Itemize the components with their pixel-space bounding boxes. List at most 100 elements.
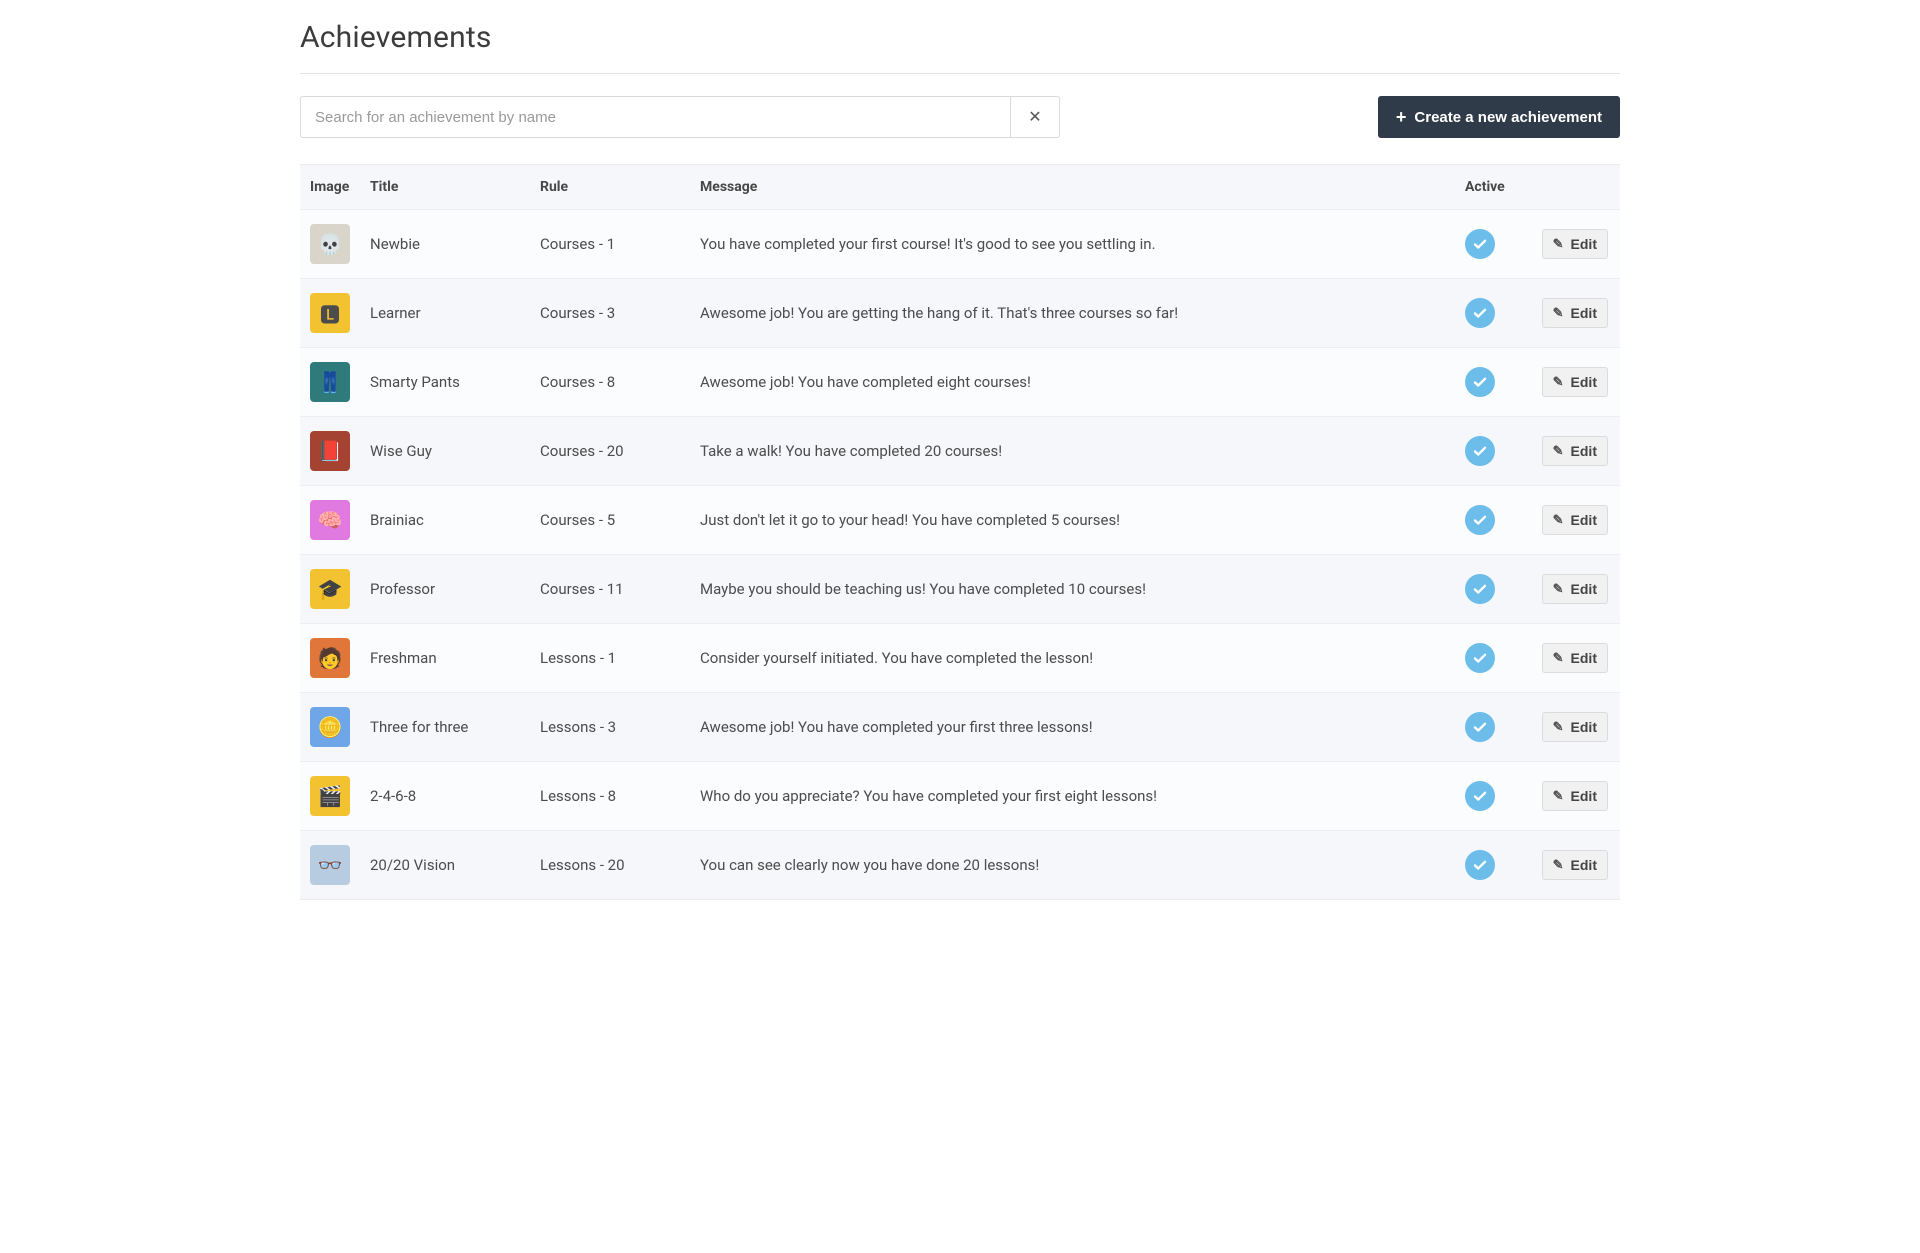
active-check-icon bbox=[1465, 574, 1495, 604]
table-row: 🅻LearnerCourses - 3Awesome job! You are … bbox=[300, 279, 1620, 348]
cell-message: Awesome job! You have completed your fir… bbox=[690, 693, 1455, 762]
toolbar: ✕ + Create a new achievement bbox=[300, 96, 1620, 138]
cell-active bbox=[1455, 417, 1530, 486]
col-header-title: Title bbox=[360, 165, 530, 210]
cell-title: Smarty Pants bbox=[360, 348, 530, 417]
cell-rule: Courses - 5 bbox=[530, 486, 690, 555]
pencil-icon: ✎ bbox=[1553, 788, 1564, 804]
edit-button-label: Edit bbox=[1571, 719, 1597, 735]
create-achievement-button[interactable]: + Create a new achievement bbox=[1378, 96, 1620, 138]
cell-image: 💀 bbox=[300, 210, 360, 279]
cell-rule: Courses - 20 bbox=[530, 417, 690, 486]
active-check-icon bbox=[1465, 712, 1495, 742]
cell-message: Maybe you should be teaching us! You hav… bbox=[690, 555, 1455, 624]
pencil-icon: ✎ bbox=[1553, 512, 1564, 528]
cell-message: You can see clearly now you have done 20… bbox=[690, 831, 1455, 900]
active-check-icon bbox=[1465, 781, 1495, 811]
cell-title: Freshman bbox=[360, 624, 530, 693]
search-clear-button[interactable]: ✕ bbox=[1010, 96, 1060, 138]
cell-title: Wise Guy bbox=[360, 417, 530, 486]
search-input[interactable] bbox=[300, 96, 1010, 138]
achievement-badge-icon: 📕 bbox=[310, 431, 350, 471]
pencil-icon: ✎ bbox=[1553, 443, 1564, 459]
cell-image: 🅻 bbox=[300, 279, 360, 348]
achievement-badge-icon: 🎬 bbox=[310, 776, 350, 816]
table-body: 💀NewbieCourses - 1You have completed you… bbox=[300, 210, 1620, 900]
cell-title: 2-4-6-8 bbox=[360, 762, 530, 831]
table-header-row: Image Title Rule Message Active bbox=[300, 165, 1620, 210]
edit-button[interactable]: ✎ Edit bbox=[1542, 574, 1608, 604]
achievement-badge-icon: 🪙 bbox=[310, 707, 350, 747]
cell-rule: Courses - 3 bbox=[530, 279, 690, 348]
cell-title: Learner bbox=[360, 279, 530, 348]
cell-title: Three for three bbox=[360, 693, 530, 762]
cell-rule: Lessons - 20 bbox=[530, 831, 690, 900]
edit-button-label: Edit bbox=[1571, 788, 1597, 804]
edit-button[interactable]: ✎Edit bbox=[1542, 643, 1608, 673]
cell-message: Consider yourself initiated. You have co… bbox=[690, 624, 1455, 693]
cell-message: You have completed your first course! It… bbox=[690, 210, 1455, 279]
cell-active bbox=[1455, 348, 1530, 417]
cell-image: 👓 bbox=[300, 831, 360, 900]
cell-edit: ✎ Edit bbox=[1530, 279, 1620, 348]
active-check-icon bbox=[1465, 505, 1495, 535]
table-row: 💀NewbieCourses - 1You have completed you… bbox=[300, 210, 1620, 279]
cell-edit: ✎ Edit bbox=[1530, 693, 1620, 762]
edit-button[interactable]: ✎ Edit bbox=[1542, 436, 1608, 466]
achievements-table-wrap: Image Title Rule Message Active 💀NewbieC… bbox=[300, 164, 1620, 900]
cell-active bbox=[1455, 486, 1530, 555]
edit-button[interactable]: ✎ Edit bbox=[1542, 781, 1608, 811]
edit-button-label: Edit bbox=[1571, 443, 1597, 459]
active-check-icon bbox=[1465, 229, 1495, 259]
col-header-rule: Rule bbox=[530, 165, 690, 210]
cell-active bbox=[1455, 831, 1530, 900]
cell-edit: ✎ Edit bbox=[1530, 762, 1620, 831]
col-header-edit bbox=[1530, 165, 1620, 210]
edit-button[interactable]: ✎Edit bbox=[1542, 505, 1608, 535]
table-row: 👖Smarty PantsCourses - 8Awesome job! You… bbox=[300, 348, 1620, 417]
achievement-badge-icon: 💀 bbox=[310, 224, 350, 264]
cell-edit: ✎ Edit bbox=[1530, 555, 1620, 624]
active-check-icon bbox=[1465, 436, 1495, 466]
edit-button[interactable]: ✎Edit bbox=[1542, 850, 1608, 880]
cell-image: 🎓 bbox=[300, 555, 360, 624]
cell-message: Who do you appreciate? You have complete… bbox=[690, 762, 1455, 831]
cell-active bbox=[1455, 210, 1530, 279]
create-button-label: Create a new achievement bbox=[1414, 109, 1602, 126]
edit-button[interactable]: ✎Edit bbox=[1542, 367, 1608, 397]
cell-active bbox=[1455, 279, 1530, 348]
cell-edit: ✎Edit bbox=[1530, 831, 1620, 900]
active-check-icon bbox=[1465, 643, 1495, 673]
cell-title: 20/20 Vision bbox=[360, 831, 530, 900]
edit-button-label: Edit bbox=[1571, 305, 1597, 321]
table-row: 🎓ProfessorCourses - 11Maybe you should b… bbox=[300, 555, 1620, 624]
table-row: 🪙Three for threeLessons - 3Awesome job! … bbox=[300, 693, 1620, 762]
cell-edit: ✎Edit bbox=[1530, 624, 1620, 693]
pencil-icon: ✎ bbox=[1553, 581, 1564, 597]
table-row: 👓20/20 VisionLessons - 20You can see cle… bbox=[300, 831, 1620, 900]
cell-image: 👖 bbox=[300, 348, 360, 417]
header-divider bbox=[300, 73, 1620, 74]
achievements-table: Image Title Rule Message Active 💀NewbieC… bbox=[300, 164, 1620, 900]
cell-image: 🎬 bbox=[300, 762, 360, 831]
plus-icon: + bbox=[1396, 108, 1407, 126]
cell-edit: ✎ Edit bbox=[1530, 417, 1620, 486]
cell-rule: Lessons - 1 bbox=[530, 624, 690, 693]
edit-button-label: Edit bbox=[1571, 581, 1597, 597]
edit-button[interactable]: ✎ Edit bbox=[1542, 298, 1608, 328]
col-header-active: Active bbox=[1455, 165, 1530, 210]
edit-button-label: Edit bbox=[1571, 236, 1597, 252]
edit-button[interactable]: ✎ Edit bbox=[1542, 712, 1608, 742]
pencil-icon: ✎ bbox=[1553, 719, 1564, 735]
edit-button[interactable]: ✎Edit bbox=[1542, 229, 1608, 259]
pencil-icon: ✎ bbox=[1553, 650, 1564, 666]
pencil-icon: ✎ bbox=[1553, 305, 1564, 321]
cell-active bbox=[1455, 762, 1530, 831]
table-row: 🎬2-4-6-8Lessons - 8Who do you appreciate… bbox=[300, 762, 1620, 831]
cell-message: Awesome job! You are getting the hang of… bbox=[690, 279, 1455, 348]
search-wrap: ✕ bbox=[300, 96, 1060, 138]
cell-active bbox=[1455, 624, 1530, 693]
achievement-badge-icon: 🧠 bbox=[310, 500, 350, 540]
cell-rule: Courses - 11 bbox=[530, 555, 690, 624]
active-check-icon bbox=[1465, 367, 1495, 397]
